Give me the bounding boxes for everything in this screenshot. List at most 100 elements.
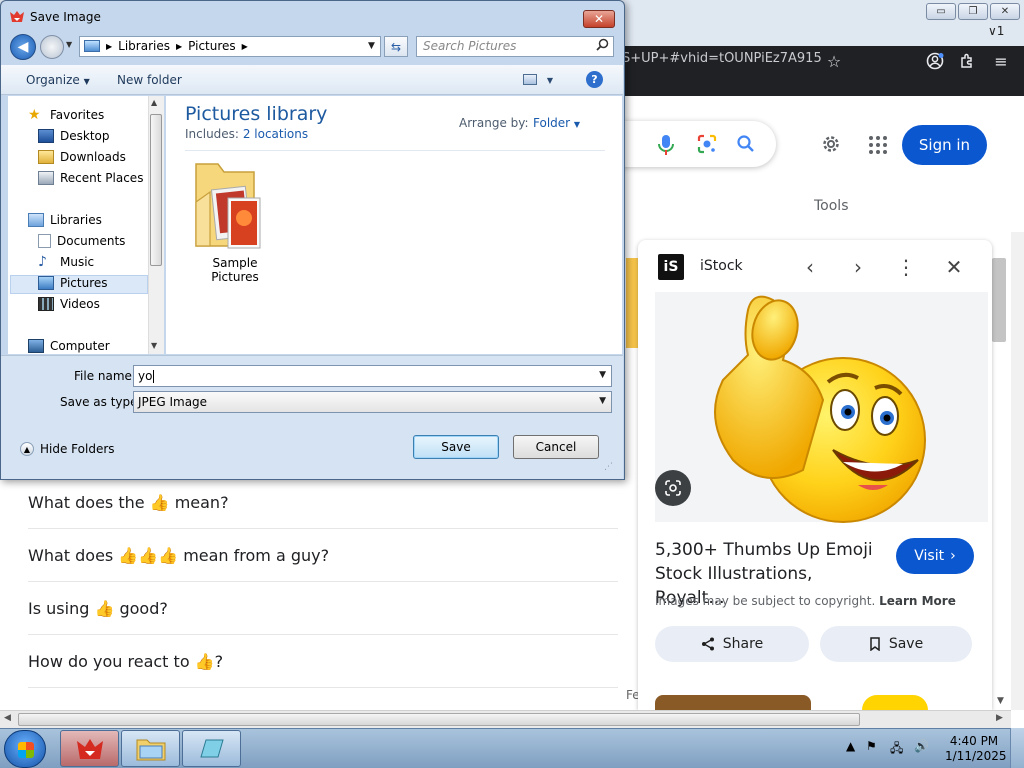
scroll-down-arrow-icon[interactable]: ▼ [997,696,1004,706]
menu-icon[interactable]: ≡ [990,50,1012,72]
action-center-flag-icon[interactable]: ⚑ [866,739,877,753]
taskbar-app[interactable] [182,730,241,767]
source-name[interactable]: iStock [700,258,743,274]
lens-search-icon[interactable] [696,133,718,159]
save-as-type-select[interactable]: JPEG Image ▼ [133,391,612,413]
back-arrow-icon: ◀ [17,39,29,55]
voice-search-icon[interactable] [656,133,676,161]
computer-icon [28,339,44,353]
music-note-icon: ♪ [38,254,47,270]
previous-arrow-icon[interactable]: ‹ [797,254,823,280]
nav-documents[interactable]: Documents [38,232,125,250]
horizontal-scroll-thumb[interactable] [18,713,860,726]
nav-desktop[interactable]: Desktop [38,127,110,145]
search-input[interactable]: Search Pictures [416,36,614,57]
restore-button[interactable]: ❐ [958,3,988,20]
sign-in-button[interactable]: Sign in [902,125,987,165]
close-panel-icon[interactable]: ✕ [941,254,967,280]
nav-downloads[interactable]: Downloads [38,148,126,166]
scroll-left-arrow-icon[interactable]: ◀ [4,713,11,723]
start-button[interactable] [4,730,46,768]
nav-recent-places[interactable]: Recent Places [38,169,143,187]
nav-libraries[interactable]: Libraries [28,211,102,229]
lens-search-button[interactable] [655,470,691,506]
chevron-down-icon[interactable]: ▼ [599,370,606,380]
nav-computer[interactable]: Computer [28,337,110,355]
back-button[interactable]: ◀ [10,34,36,60]
thumbs-up-emoji-image[interactable] [693,290,937,524]
network-icon[interactable]: 🖧 [890,739,903,760]
file-name-input[interactable]: yo ▼ [133,365,612,387]
show-hidden-icons[interactable]: ▲ [846,739,855,753]
breadcrumb-libraries[interactable]: Libraries [118,39,170,53]
taskbar-firefox[interactable] [60,730,119,767]
change-view-button[interactable]: ▼ [523,72,553,86]
firefox-app-icon [9,9,25,28]
volume-icon[interactable]: 🔊 [914,739,929,753]
nav-pictures[interactable]: Pictures [38,274,108,292]
address-dropdown-icon[interactable]: ▼ [368,41,375,51]
account-icon[interactable] [924,50,946,72]
taskbar-explorer[interactable] [121,730,180,767]
breadcrumb-pictures[interactable]: Pictures [188,39,236,53]
breadcrumb-separator: ▶ [241,41,248,51]
url-text[interactable]: S+UP+#vhid=tOUNPiEz7A915M [622,51,822,71]
breadcrumb-separator: ▶ [175,41,183,51]
nav-favorites[interactable]: ★ Favorites [28,106,104,124]
search-icon[interactable] [736,134,756,158]
folder-icon[interactable] [192,158,264,254]
chevron-right-icon: › [950,548,956,564]
resize-grip-icon[interactable]: ⋰ [604,462,613,472]
system-clock[interactable]: 4:40 PM 1/11/2025 [945,734,1007,764]
refresh-icon: ⇆ [390,39,402,54]
nav-pane-scroll-thumb[interactable] [150,114,162,266]
question-item[interactable]: What does the 👍 mean? [28,476,618,529]
cancel-button[interactable]: Cancel [513,435,599,459]
share-button[interactable]: Share [655,626,809,662]
clock-date: 1/11/2025 [945,749,1007,763]
hide-folders-button[interactable]: ▲ Hide Folders [20,442,115,456]
question-item[interactable]: What does 👍👍👍 mean from a guy? [28,529,618,582]
related-image-thumbnail[interactable] [862,695,928,710]
scroll-right-arrow-icon[interactable]: ▶ [996,713,1003,723]
nav-music[interactable]: ♪ Music [38,253,94,271]
breadcrumb[interactable]: ▶ Libraries ▶ Pictures ▶ [84,39,248,53]
library-includes: Includes: 2 locations [185,127,309,141]
forward-button[interactable] [40,35,64,59]
save-to-collection-button[interactable]: Save [820,626,972,662]
thumbnail-strip[interactable] [626,258,638,348]
next-arrow-icon[interactable]: › [845,254,871,280]
page-scrollbar[interactable] [1011,232,1024,710]
more-options-icon[interactable]: ⋮ [893,254,919,280]
new-folder-button[interactable]: New folder [117,73,182,87]
tab-overflow-indicator[interactable]: ∨1 [988,24,1004,38]
refresh-button[interactable]: ⇆ [384,36,408,57]
question-item[interactable]: How do you react to 👍? [28,635,618,688]
apps-grid-icon[interactable] [868,135,888,159]
save-button[interactable]: Save [413,435,499,459]
nav-videos[interactable]: Videos [38,295,100,313]
arrange-by-dropdown[interactable]: Folder ▼ [533,116,580,130]
locations-link[interactable]: 2 locations [243,127,308,141]
browser-close-button[interactable]: ✕ [990,3,1020,20]
bookmark-icon [870,637,880,651]
show-desktop-button[interactable] [1010,728,1024,768]
dialog-close-button[interactable]: ✕ [583,10,615,28]
settings-gear-icon[interactable] [820,133,842,159]
scroll-up-arrow-icon[interactable]: ▲ [151,98,157,107]
extensions-icon[interactable] [956,50,978,72]
help-button[interactable]: ? [586,71,603,88]
related-image-thumbnail[interactable] [655,695,811,710]
bookmark-star-icon[interactable]: ☆ [823,50,845,72]
learn-more-link[interactable]: Learn More [879,594,956,608]
tools-tab[interactable]: Tools [814,198,849,214]
organize-button[interactable]: Organize ▼ [26,73,90,87]
recent-locations-dropdown[interactable]: ▼ [66,40,72,49]
panel-scrollbar-thumb[interactable] [992,258,1006,342]
minimize-button[interactable]: ▭ [926,3,956,20]
visit-button[interactable]: Visit › [896,538,974,574]
question-item[interactable]: Is using 👍 good? [28,582,618,635]
firefox-icon [76,738,103,759]
folder-item-label[interactable]: Sample Pictures [189,256,281,284]
scroll-down-arrow-icon[interactable]: ▼ [151,341,157,350]
